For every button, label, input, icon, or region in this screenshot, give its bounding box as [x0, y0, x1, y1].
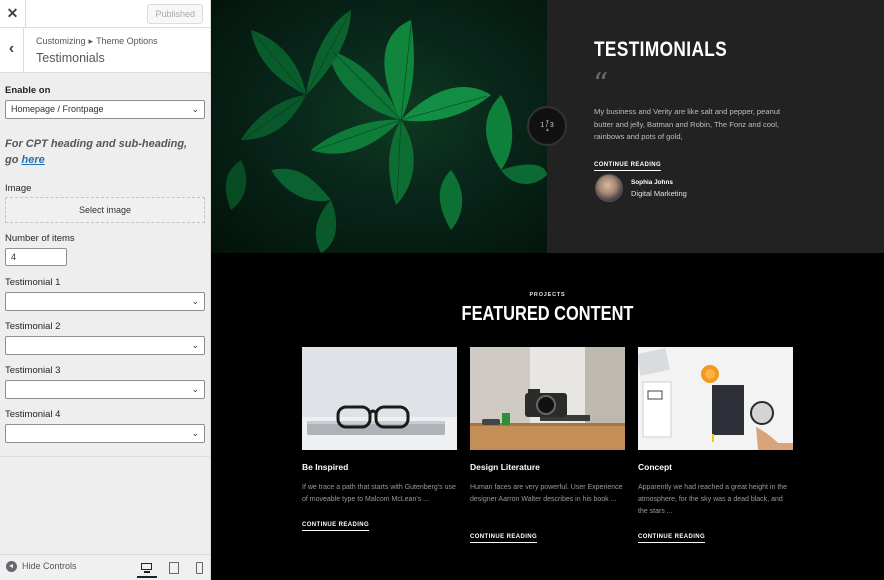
projects-eyebrow: PROJECTS — [529, 292, 566, 298]
collapse-icon — [6, 561, 17, 573]
chevron-down-icon: ⌄ — [191, 104, 199, 114]
close-icon[interactable]: ✕ — [0, 0, 26, 27]
camera-image[interactable] — [470, 347, 625, 450]
cpt-note: For CPT heading and sub-heading, go here — [5, 136, 203, 168]
breadcrumb-parent: Theme Options — [96, 36, 158, 46]
published-button[interactable]: Published — [147, 4, 203, 24]
testimonial-4-label: Testimonial 4 — [5, 409, 61, 420]
testimonial-slider-control[interactable]: ▲ 1 / 3 ▼ — [527, 106, 567, 146]
card-excerpt: If we trace a path that starts with Gute… — [302, 484, 456, 504]
author-role: Digital Marketing — [631, 189, 687, 198]
hide-controls-button[interactable]: Hide Controls — [6, 561, 77, 573]
testimonial-3-label: Testimonial 3 — [5, 365, 61, 376]
number-of-items-input[interactable]: 4 — [5, 248, 67, 266]
section-title: Testimonials — [36, 51, 105, 65]
card-excerpt: Apparently we had reached a great height… — [638, 484, 788, 516]
leaves-image — [211, 0, 547, 253]
testimonial-1-select[interactable]: ⌄ — [5, 292, 205, 311]
slider-down-icon[interactable]: ▼ — [545, 104, 550, 140]
cpt-here-link[interactable]: here — [22, 154, 45, 166]
testimonial-continue-link[interactable]: CONTINUE READING — [594, 153, 662, 171]
featured-card: Be Inspired If we trace a path that star… — [302, 347, 457, 531]
testimonial-3-select[interactable]: ⌄ — [5, 380, 205, 399]
testimonials-panel: TESTIMONIALS “ My business and Verity ar… — [547, 0, 884, 253]
avatar — [595, 174, 623, 202]
mobile-icon[interactable] — [195, 562, 209, 574]
testimonial-2-label: Testimonial 2 — [5, 321, 61, 332]
card-title[interactable]: Be Inspired — [302, 462, 348, 472]
breadcrumb-root: Customizing — [36, 36, 86, 46]
card-continue-link[interactable]: CONTINUE READING — [470, 525, 538, 543]
chevron-down-icon: ⌄ — [191, 428, 199, 438]
featured-card: Concept Apparently we had reached a grea… — [638, 347, 793, 543]
leaves-illustration — [225, 10, 547, 253]
breadcrumb-separator: ▸ — [88, 36, 94, 46]
card-continue-link[interactable]: CONTINUE READING — [638, 525, 706, 543]
enable-on-select[interactable]: Homepage / Frontpage ⌄ — [5, 100, 205, 119]
testimonial-2-select[interactable]: ⌄ — [5, 336, 205, 355]
card-continue-link[interactable]: CONTINUE READING — [302, 513, 370, 531]
testimonial-4-select[interactable]: ⌄ — [5, 424, 205, 443]
desktop-icon[interactable] — [137, 562, 157, 578]
customizer-header: ✕ Published — [0, 0, 210, 28]
glasses-image[interactable] — [302, 347, 457, 450]
image-label: Image — [5, 183, 32, 194]
continue-reading-label: CONTINUE READING — [594, 162, 662, 171]
card-title[interactable]: Concept — [638, 462, 672, 472]
number-of-items-label: Number of items — [5, 233, 75, 244]
customizer-sidebar: ✕ Published ‹ Customizing ▸ Theme Options … — [0, 0, 211, 580]
card-title[interactable]: Design Literature — [470, 462, 540, 472]
breadcrumb: Customizing ▸ Theme Options — [36, 36, 158, 47]
chevron-down-icon: ⌄ — [191, 296, 199, 306]
continue-reading-label: CONTINUE READING — [470, 534, 538, 543]
tablet-icon[interactable] — [168, 562, 182, 574]
chevron-down-icon: ⌄ — [191, 384, 199, 394]
enable-on-label: Enable on — [5, 85, 51, 96]
quote-icon: “ — [593, 67, 609, 102]
featured-content-heading: FEATURED CONTENT — [461, 303, 634, 325]
testimonials-heading: TESTIMONIALS — [594, 38, 728, 61]
continue-reading-label: CONTINUE READING — [302, 522, 370, 531]
chevron-down-icon: ⌄ — [191, 340, 199, 350]
testimonial-quote: My business and Verity are like salt and… — [594, 107, 781, 141]
author-name: Sophia Johns — [631, 179, 673, 186]
back-arrow-icon[interactable]: ‹ — [0, 28, 24, 72]
section-header: ‹ Customizing ▸ Theme Options Testimonials — [0, 28, 210, 73]
select-image-button[interactable]: Select image — [5, 197, 205, 223]
hide-controls-label: Hide Controls — [22, 561, 77, 571]
continue-reading-label: CONTINUE READING — [638, 534, 706, 543]
testimonial-1-label: Testimonial 1 — [5, 277, 61, 288]
enable-on-value: Homepage / Frontpage — [11, 104, 104, 114]
site-preview: TESTIMONIALS “ My business and Verity ar… — [211, 0, 884, 580]
featured-card: Design Literature Human faces are very p… — [470, 347, 625, 543]
workspace-image[interactable] — [638, 347, 793, 450]
sidebar-divider — [0, 456, 210, 457]
customizer-footer: Hide Controls — [0, 554, 210, 580]
card-excerpt: Human faces are very powerful. User Expe… — [470, 484, 623, 504]
